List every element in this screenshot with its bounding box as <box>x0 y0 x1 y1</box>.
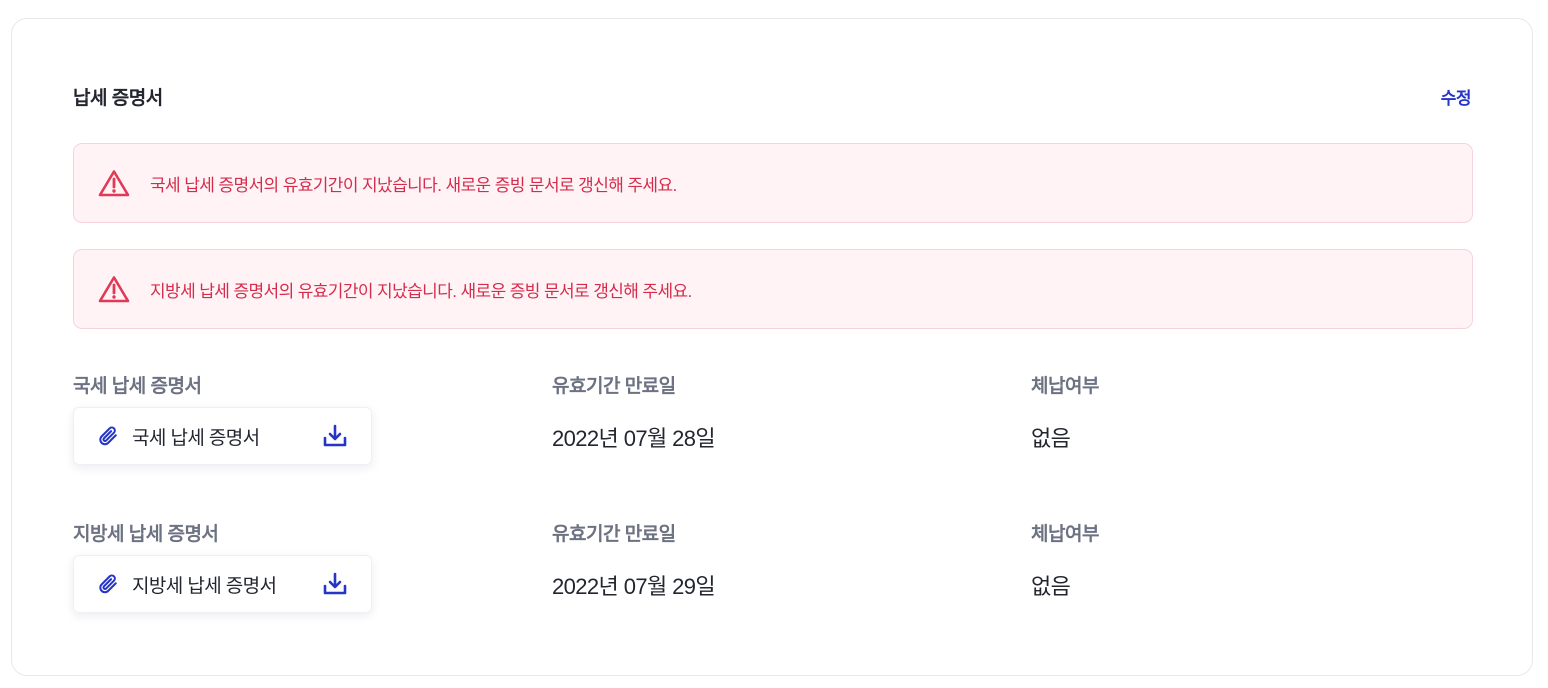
certificate-row-local: 지방세 납세 증명서 지방세 납세 증명서 유효기간 만료일 2022년 07월… <box>73 519 1473 619</box>
expired-alert-local: 지방세 납세 증명서의 유효기간이 지났습니다. 새로운 증빙 문서로 갱신해 … <box>73 249 1473 329</box>
section-title: 납세 증명서 <box>73 87 163 109</box>
tax-certificate-card: 납세 증명서 수정 국세 납세 증명서의 유효기간이 지났습니다. 새로운 증빙… <box>11 18 1533 676</box>
expiry-value: 2022년 07월 29일 <box>552 574 716 599</box>
alert-message: 국세 납세 증명서의 유효기간이 지났습니다. 새로운 증빙 문서로 갱신해 주… <box>150 175 677 195</box>
paperclip-icon <box>96 424 120 448</box>
arrears-label: 체납여부 <box>1031 376 1099 397</box>
download-icon[interactable] <box>321 570 349 598</box>
arrears-label: 체납여부 <box>1031 524 1099 545</box>
expiry-label: 유효기간 만료일 <box>552 524 676 545</box>
certificate-file-chip[interactable]: 국세 납세 증명서 <box>73 407 372 465</box>
expired-alert-national: 국세 납세 증명서의 유효기간이 지났습니다. 새로운 증빙 문서로 갱신해 주… <box>73 143 1473 223</box>
arrears-value: 없음 <box>1031 574 1071 599</box>
warning-triangle-icon <box>98 169 130 197</box>
warning-triangle-icon <box>98 275 130 303</box>
expiry-label: 유효기간 만료일 <box>552 376 676 397</box>
download-icon[interactable] <box>321 422 349 450</box>
expiry-value: 2022년 07월 28일 <box>552 426 716 451</box>
arrears-value: 없음 <box>1031 426 1071 451</box>
edit-button[interactable]: 수정 <box>1441 84 1472 109</box>
file-name: 지방세 납세 증명서 <box>132 575 277 597</box>
certificate-row-national: 국세 납세 증명서 국세 납세 증명서 유효기간 만료일 2022년 07월 2… <box>73 371 1473 471</box>
card-header: 납세 증명서 수정 <box>73 79 1472 113</box>
certificate-label: 지방세 납세 증명서 <box>73 524 219 545</box>
alert-message: 지방세 납세 증명서의 유효기간이 지났습니다. 새로운 증빙 문서로 갱신해 … <box>150 281 692 301</box>
paperclip-icon <box>96 572 120 596</box>
certificate-label: 국세 납세 증명서 <box>73 376 202 397</box>
file-name: 국세 납세 증명서 <box>132 427 260 449</box>
certificate-file-chip[interactable]: 지방세 납세 증명서 <box>73 555 372 613</box>
